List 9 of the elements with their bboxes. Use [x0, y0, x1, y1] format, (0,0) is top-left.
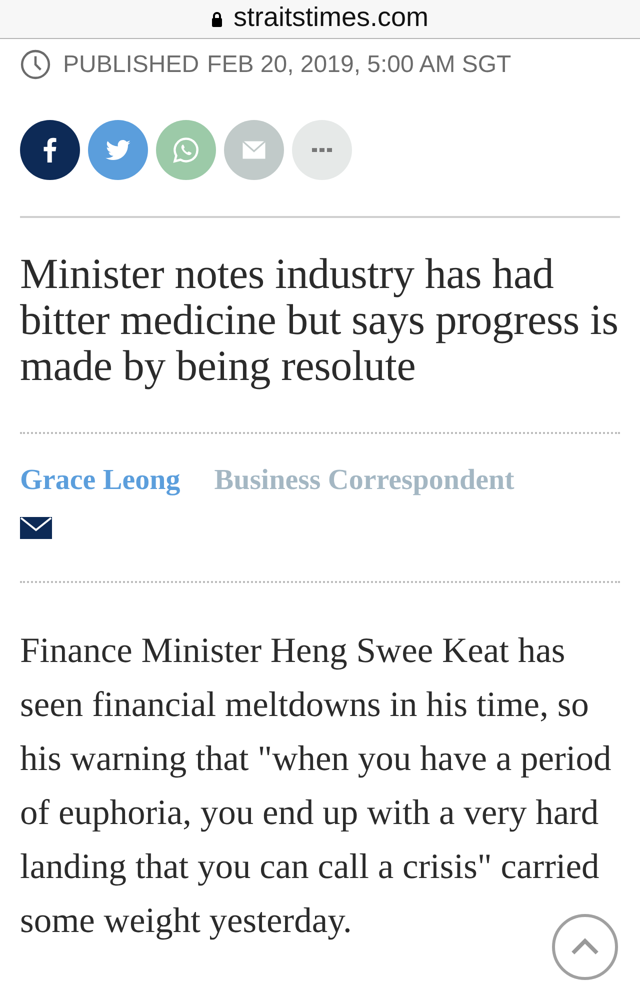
headline: Minister notes industry has had bitter medicine but says progress is made by being resolute	[20, 252, 620, 390]
more-icon	[312, 148, 332, 152]
published-date: FEB 20, 2019, 5:00 AM SGT	[207, 50, 512, 78]
published-label: PUBLISHED	[63, 50, 200, 78]
author-role: Business Correspondent	[214, 464, 514, 497]
article-paragraph: Finance Minister Heng Swee Keat has seen financial meltdowns in his time, so his warning that "when you have a period of euphoria, you end up with a very hard landing that you can call a crisis" carried some weight yesterday.	[20, 629, 612, 942]
phone-bubble-icon	[171, 135, 201, 165]
clock-icon	[20, 49, 51, 80]
email-icon[interactable]	[20, 517, 52, 539]
